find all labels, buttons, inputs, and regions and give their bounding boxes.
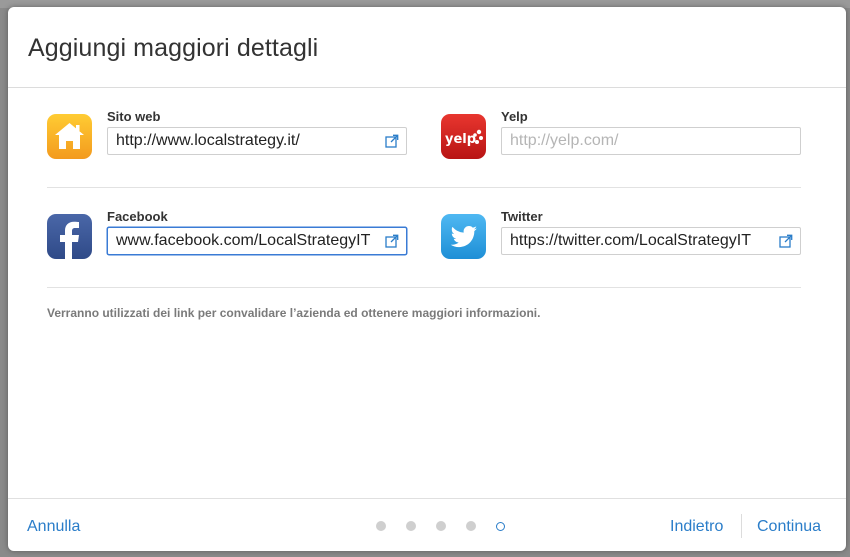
yelp-label: Yelp [501,109,528,124]
pager-dot[interactable] [466,521,476,531]
website-field-group: Sito web [47,109,407,164]
twitter-icon [441,214,486,259]
dialog-title: Aggiungi maggiori dettagli [28,34,319,62]
open-link-icon[interactable] [779,234,793,248]
row-divider [47,287,801,288]
step-pager [376,521,505,533]
row-divider [47,187,801,188]
continue-button[interactable]: Continua [757,518,821,536]
pager-dot[interactable] [436,521,446,531]
twitter-input-wrapper [501,227,801,255]
facebook-input-wrapper [107,227,407,255]
yelp-input-wrapper [501,127,801,155]
facebook-input[interactable] [108,228,386,254]
facebook-field-group: Facebook [47,209,407,264]
title-divider [8,87,846,88]
add-details-dialog: Aggiungi maggiori dettagli Sito web http… [8,7,846,551]
pager-dot[interactable] [376,521,386,531]
facebook-icon [47,214,92,259]
website-input[interactable] [108,128,386,154]
footer-separator [741,514,742,538]
yelp-icon: yelp [441,114,486,159]
twitter-label: Twitter [501,209,543,224]
back-button[interactable]: Indietro [670,518,723,536]
home-icon [47,114,92,159]
yelp-field-group: yelp Yelp [441,109,801,164]
website-input-wrapper [107,127,407,155]
website-label: Sito web [107,109,161,124]
info-text: Verranno utilizzati dei link per convali… [47,306,541,320]
twitter-input[interactable] [502,228,780,254]
yelp-input[interactable] [502,128,780,154]
pager-dot[interactable] [406,521,416,531]
facebook-label: Facebook [107,209,168,224]
footer-divider [8,498,846,499]
open-link-icon[interactable] [385,234,399,248]
svg-text:yelp: yelp [445,132,476,147]
pager-dot-current[interactable] [496,521,505,531]
twitter-field-group: Twitter [441,209,801,264]
cancel-button[interactable]: Annulla [27,518,80,536]
open-link-icon[interactable] [385,134,399,148]
